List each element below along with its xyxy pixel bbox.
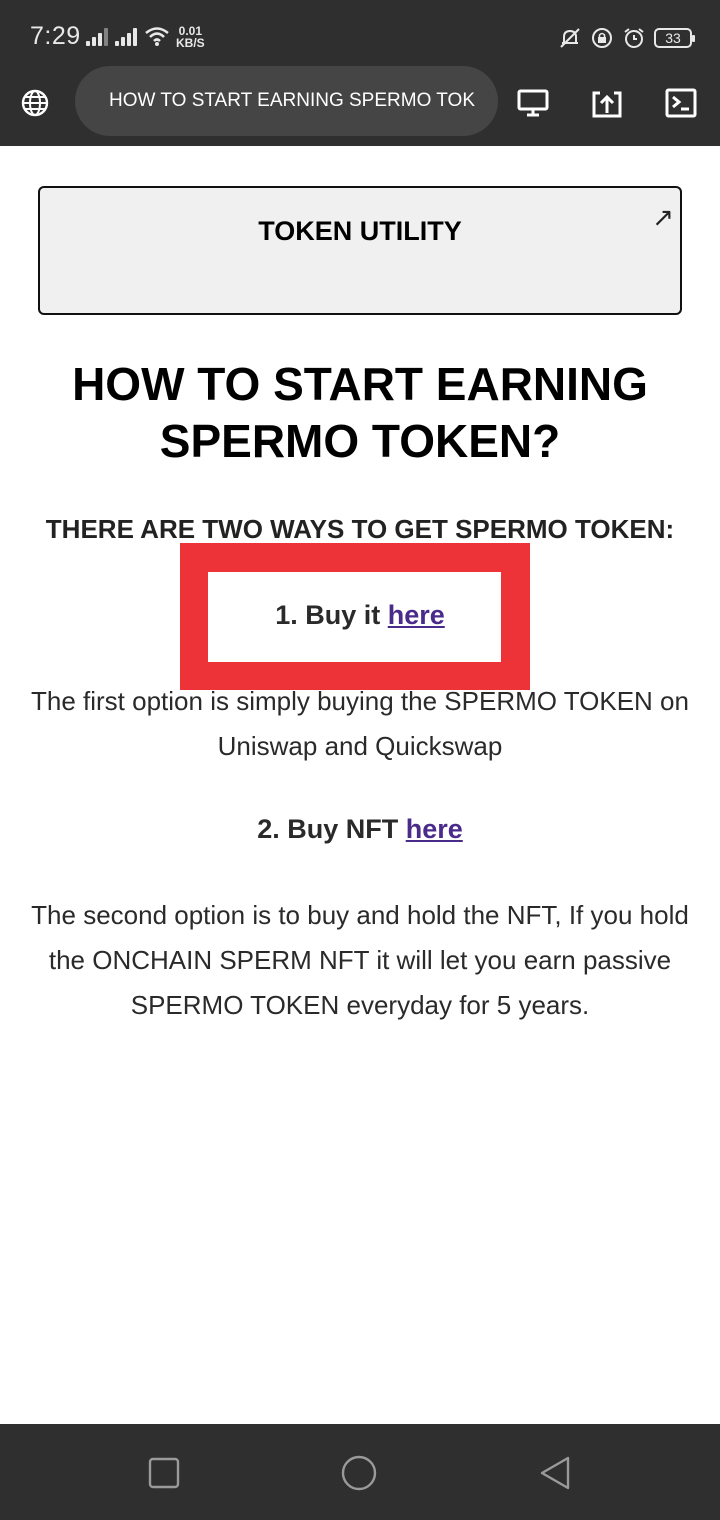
- option-2-here-link[interactable]: here: [406, 814, 463, 844]
- option-1-here-link[interactable]: here: [388, 600, 445, 630]
- rotation-lock-icon: [592, 28, 612, 48]
- desktop-mode-icon[interactable]: [516, 86, 550, 120]
- option-1-heading: 1. Buy it here: [275, 600, 445, 630]
- browser-toolbar: HOW TO START EARNING SPERMO TOK: [0, 66, 720, 146]
- signal-icon: [86, 28, 108, 46]
- status-bar: 7:29 0.01 KB/S 33: [0, 0, 720, 66]
- globe-icon[interactable]: [18, 86, 52, 120]
- external-link-icon: ↗: [652, 202, 674, 232]
- share-icon[interactable]: [590, 86, 624, 120]
- token-utility-title: TOKEN UTILITY: [258, 216, 462, 246]
- recents-icon[interactable]: [145, 1454, 183, 1492]
- token-utility-button[interactable]: TOKEN UTILITY ↗: [38, 186, 682, 315]
- address-bar[interactable]: HOW TO START EARNING SPERMO TOK: [75, 66, 498, 136]
- navigation-bar: [0, 1424, 720, 1520]
- network-speed: 0.01 KB/S: [176, 24, 205, 50]
- signal-icon: [115, 28, 137, 46]
- option-1-description: The first option is simply buying the SP…: [31, 686, 689, 761]
- wifi-icon: [145, 27, 169, 46]
- status-time: 7:29: [30, 22, 81, 50]
- alarm-icon: [624, 28, 644, 48]
- option-2-description: The second option is to buy and hold the…: [31, 900, 689, 1020]
- option-2-heading: 2. Buy NFT here: [257, 814, 463, 844]
- page-title: HOW TO START EARNING SPERMO TOKEN?: [72, 358, 648, 467]
- bell-muted-icon: [560, 28, 580, 48]
- terminal-icon[interactable]: [664, 86, 698, 120]
- section-subheading: THERE ARE TWO WAYS TO GET SPERMO TOKEN:: [45, 514, 675, 544]
- back-icon[interactable]: [537, 1454, 575, 1492]
- home-icon[interactable]: [340, 1454, 378, 1492]
- battery-indicator: 33: [654, 28, 695, 48]
